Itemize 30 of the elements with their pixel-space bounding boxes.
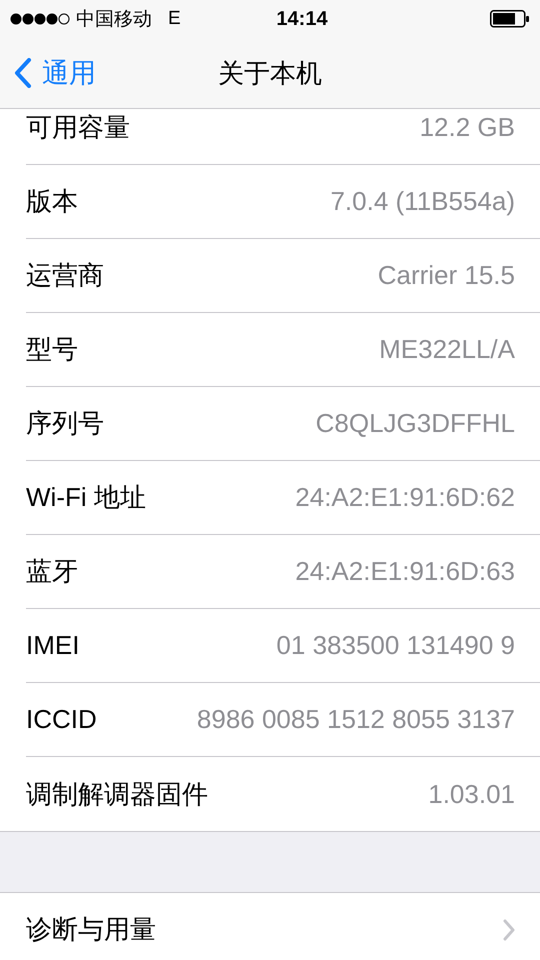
- signal-icon: [10, 13, 70, 25]
- row-value: 7.0.4 (11B554a): [330, 186, 515, 217]
- row-label: 版本: [26, 185, 78, 218]
- row-label: 调制解调器固件: [26, 778, 208, 810]
- row-label: 型号: [26, 333, 78, 366]
- back-chevron-icon: [14, 58, 32, 88]
- row-label: 运营商: [26, 259, 104, 292]
- row-label: ICCID: [26, 704, 97, 735]
- network-type: E: [168, 8, 181, 30]
- row-label: 可用容量: [26, 111, 130, 144]
- row-label: Wi-Fi 地址: [26, 481, 146, 514]
- row-value: C8QLJG3DFFHL: [316, 408, 515, 439]
- row-value: 12.2 GB: [420, 112, 515, 143]
- row-label: 蓝牙: [26, 555, 78, 588]
- page-title: 关于本机: [218, 56, 322, 90]
- row-label: 序列号: [26, 407, 104, 440]
- row-value: Carrier 15.5: [378, 260, 515, 291]
- row-value: 1.03.01: [428, 778, 515, 810]
- row-value: 01 383500 131490 9: [276, 630, 515, 661]
- row-value: 24:A2:E1:91:6D:62: [295, 482, 515, 513]
- chevron-icon: [502, 918, 516, 940]
- battery-icon: [490, 10, 530, 28]
- row-value: 24:A2:E1:91:6D:63: [295, 556, 515, 587]
- row-value: ME322LL/A: [379, 334, 515, 365]
- back-button[interactable]: 通用: [0, 55, 96, 91]
- row-label: 诊断与用量: [26, 913, 156, 946]
- row-value: 8986 0085 1512 8055 3137: [196, 704, 515, 735]
- row-label: IMEI: [26, 630, 80, 661]
- carrier-name: 中国移动: [76, 8, 152, 32]
- clock-time: 14:14: [276, 8, 328, 30]
